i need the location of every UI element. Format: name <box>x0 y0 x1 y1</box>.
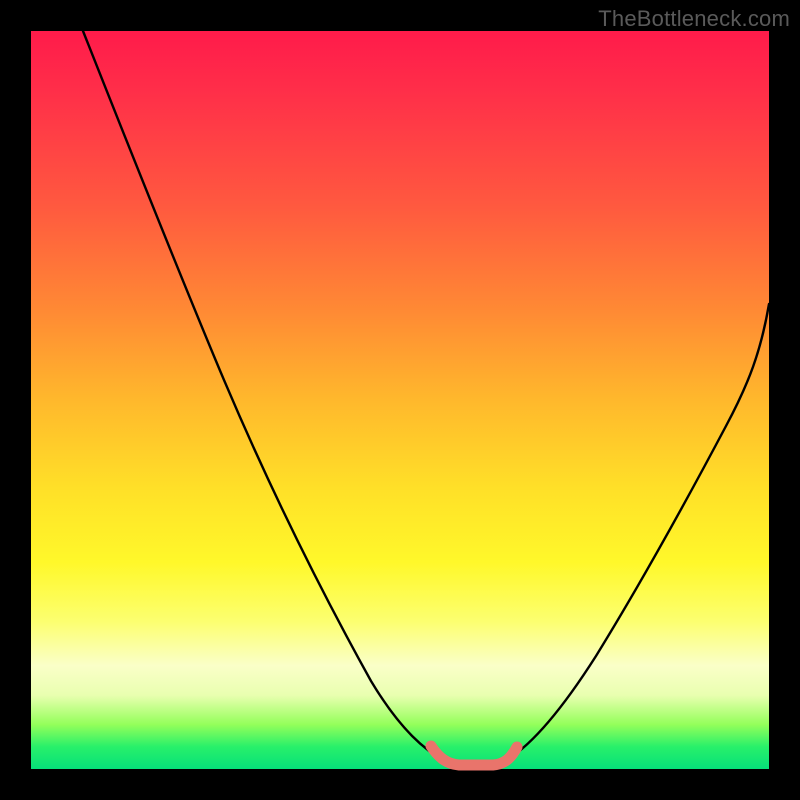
plot-area <box>31 31 769 769</box>
curve-layer <box>31 31 769 769</box>
trough-highlight <box>431 746 517 765</box>
chart-frame: TheBottleneck.com <box>0 0 800 800</box>
right-curve <box>505 304 769 761</box>
left-curve <box>83 31 445 761</box>
watermark-text: TheBottleneck.com <box>598 6 790 32</box>
